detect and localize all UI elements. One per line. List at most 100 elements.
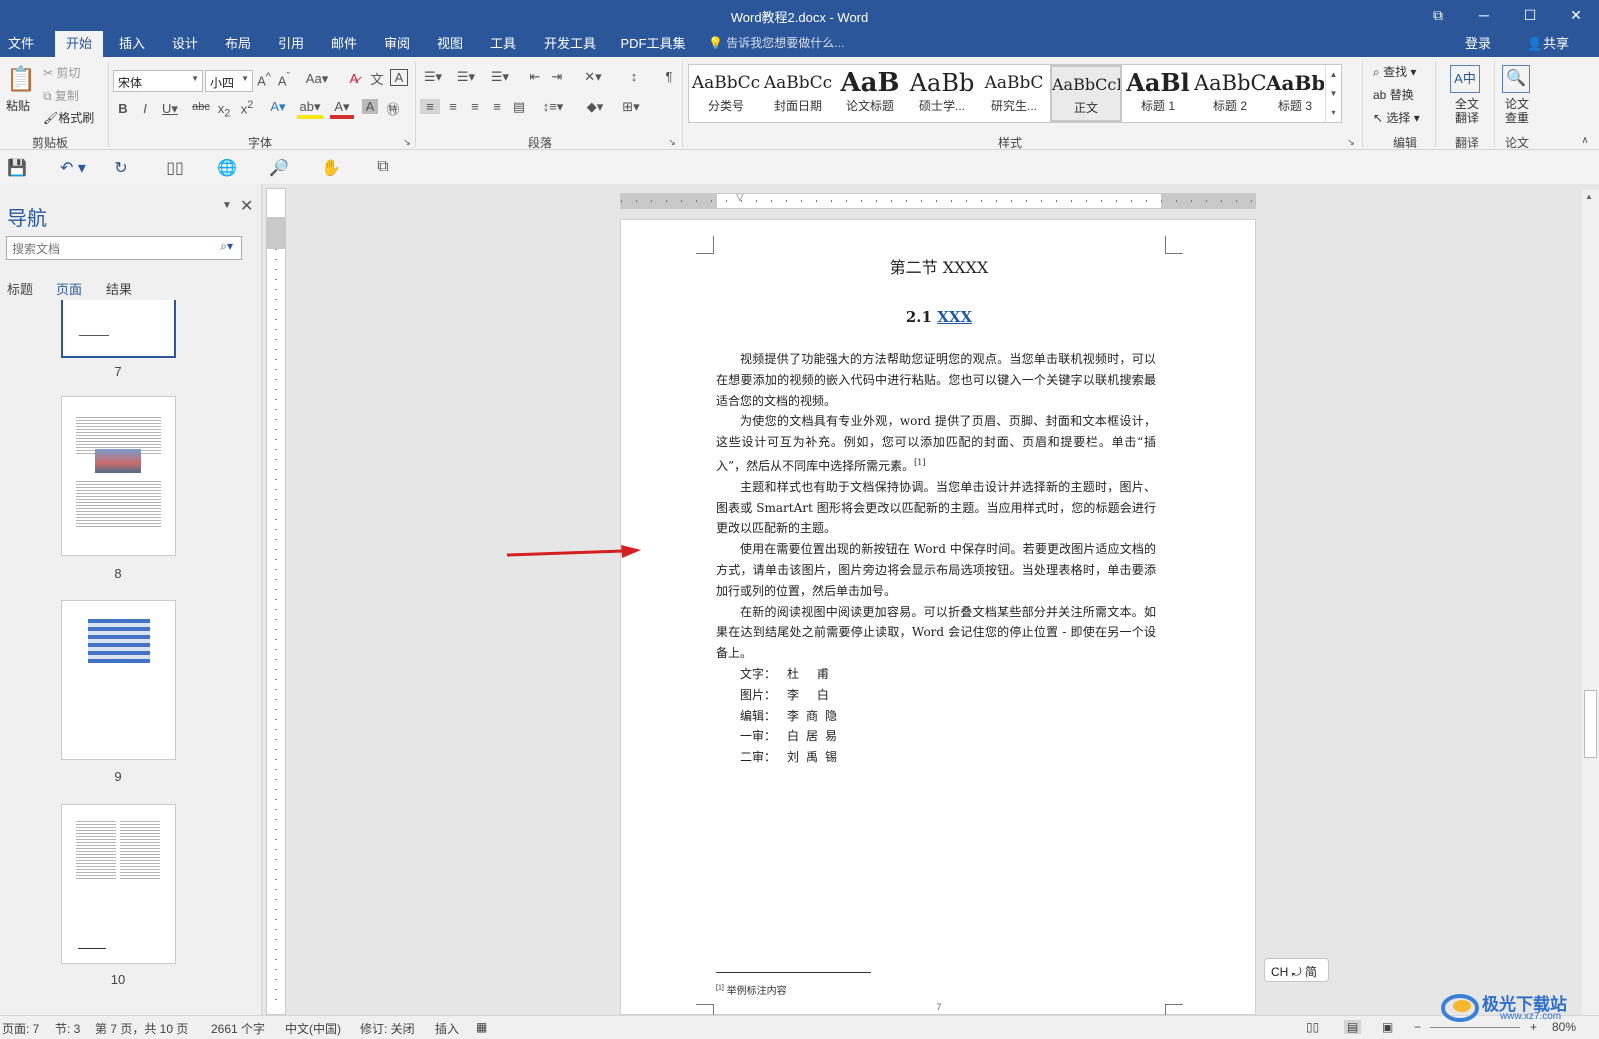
style-item[interactable]: AaBb 标题 3 [1266, 65, 1324, 122]
style-item[interactable]: AaBbC 标题 2 [1194, 65, 1266, 122]
tab-file[interactable]: 文件 [0, 31, 42, 57]
read-mode-icon[interactable]: ▯▯ [164, 158, 186, 178]
font-color-icon[interactable]: A▾ [330, 99, 354, 119]
maximize-button[interactable]: ☐ [1507, 0, 1553, 31]
share-button[interactable]: 👤共享 [1527, 31, 1569, 56]
strikethrough-icon[interactable]: abc [190, 101, 212, 113]
macro-icon[interactable]: ▦ [476, 1020, 487, 1034]
footnote-reference[interactable]: [1] [914, 458, 925, 467]
line-spacing-icon[interactable]: ↕≡▾ [540, 99, 566, 115]
styles-dialog-launcher-icon[interactable]: ↘ [1346, 137, 1356, 148]
font-name-select[interactable]: 宋体 ▼ [113, 70, 203, 92]
web-layout-icon[interactable]: 🌐 [216, 158, 238, 178]
shrink-font-icon[interactable]: Aˇ [276, 71, 292, 88]
zoom-out-icon[interactable]: − [1414, 1020, 1421, 1034]
tell-me-box[interactable]: 💡 告诉我您想要做什么... [708, 31, 844, 56]
print-preview-icon[interactable]: 🔎 [268, 158, 290, 178]
status-revision[interactable]: 修订: 关闭 [360, 1020, 415, 1037]
font-dialog-launcher-icon[interactable]: ↘ [402, 137, 412, 148]
phonetic-guide-icon[interactable]: 文 [368, 69, 386, 88]
text-effects-icon[interactable]: A▾ [266, 99, 290, 115]
print-layout-icon[interactable]: ▤ [1344, 1020, 1362, 1034]
chinese-layout-icon[interactable]: ✕▾ [580, 69, 606, 85]
char-shading-icon[interactable]: A [362, 99, 378, 114]
undo-icon[interactable]: ↶ ▾ [56, 158, 90, 178]
tab-review[interactable]: 审阅 [375, 31, 419, 57]
web-layout-icon[interactable]: ▣ [1382, 1020, 1393, 1034]
cut-button[interactable]: ✂ 剪切 [43, 64, 80, 81]
tab-tools[interactable]: 工具 [481, 31, 525, 57]
status-page-of[interactable]: 第 7 页，共 10 页 [95, 1020, 188, 1037]
page-thumbnail[interactable] [61, 300, 176, 358]
tab-design[interactable]: 设计 [163, 31, 207, 57]
italic-icon[interactable]: I [138, 101, 152, 116]
justify-icon[interactable]: ≡ [488, 99, 506, 114]
status-language[interactable]: 中文(中国) [285, 1020, 341, 1037]
shading-icon[interactable]: ◆▾ [582, 99, 608, 115]
numbering-icon[interactable]: ☰▾ [453, 69, 479, 85]
increase-indent-icon[interactable]: ⇥ [548, 69, 566, 85]
search-input[interactable]: 搜索文档 ⌕▾ [6, 236, 242, 260]
document-page[interactable]: 第二节 XXXX 2.1 XXX 视频提供了功能强大的方法帮助您证明您的观点。当… [620, 219, 1256, 1022]
tab-references[interactable]: 引用 [269, 31, 313, 57]
style-item[interactable]: AaB 论文标题 [834, 65, 906, 122]
ime-indicator[interactable]: CH ⤾ 简 [1264, 958, 1329, 982]
gallery-scroll[interactable]: ▲ ▼ ▾ [1325, 65, 1341, 122]
page-thumbnail[interactable] [61, 804, 176, 964]
paste-icon[interactable]: 📋 [6, 65, 36, 95]
highlight-icon[interactable]: ab▾ [297, 99, 323, 119]
change-case-icon[interactable]: Aa▾ [304, 71, 330, 87]
collapse-ribbon-icon[interactable]: ∧ [1578, 135, 1592, 146]
superscript-icon[interactable]: x2 [238, 99, 256, 116]
select-button[interactable]: ↖ 选择 ▾ [1373, 109, 1420, 126]
copy-button[interactable]: ⧉ 复制 [43, 87, 79, 104]
grow-font-icon[interactable]: A^ [256, 71, 272, 88]
translate-icon[interactable]: A中 [1450, 65, 1480, 93]
underline-icon[interactable]: U▾ [160, 101, 180, 117]
minimize-button[interactable]: ─ [1461, 0, 1507, 31]
status-section[interactable]: 节: 3 [55, 1020, 80, 1037]
style-item-selected[interactable]: AaBbCcI 正文 [1050, 65, 1122, 122]
tab-layout[interactable]: 布局 [216, 31, 260, 57]
page-thumbnail[interactable] [61, 600, 176, 760]
distributed-icon[interactable]: ▤ [510, 99, 528, 115]
multilevel-list-icon[interactable]: ☰▾ [487, 69, 513, 85]
tab-pdf-tools[interactable]: PDF工具集 [615, 31, 691, 57]
nav-options-icon[interactable]: ▼ [222, 200, 232, 211]
nav-tab-pages[interactable]: 页面 [56, 279, 82, 298]
touch-mode-icon[interactable]: ✋ [320, 158, 342, 178]
tab-view[interactable]: 视图 [428, 31, 472, 57]
paper-check-button[interactable]: 论文查重 [1502, 97, 1532, 125]
align-center-icon[interactable]: ≡ [444, 99, 462, 114]
nav-tab-results[interactable]: 结果 [106, 279, 132, 298]
zoom-slider[interactable] [1430, 1027, 1520, 1028]
close-button[interactable]: ✕ [1553, 0, 1599, 31]
char-border-icon[interactable]: A [390, 69, 408, 86]
scrollbar-thumb[interactable] [1584, 690, 1597, 758]
enclose-char-icon[interactable]: ㊕ [384, 99, 402, 118]
status-page[interactable]: 页面: 7 [2, 1020, 39, 1037]
paragraph-dialog-launcher-icon[interactable]: ↘ [667, 137, 677, 148]
bold-icon[interactable]: B [116, 101, 130, 116]
bullets-icon[interactable]: ☰▾ [420, 69, 446, 85]
tab-developer[interactable]: 开发工具 [538, 31, 602, 57]
align-left-icon[interactable]: ≡ [420, 99, 440, 114]
borders-icon[interactable]: ⊞▾ [618, 99, 644, 115]
nav-tab-headings[interactable]: 标题 [7, 279, 33, 298]
show-marks-icon[interactable]: ¶ [660, 69, 678, 84]
style-item[interactable]: AaBbCc 封面日期 [762, 65, 834, 122]
sort-icon[interactable]: ↕ [625, 69, 643, 84]
tab-home[interactable]: 开始 [55, 31, 103, 57]
save-icon[interactable]: 💾 [6, 158, 28, 178]
full-translate-button[interactable]: 全文翻译 [1452, 97, 1482, 125]
format-painter-button[interactable]: 🖌格式刷 [43, 109, 94, 126]
align-right-icon[interactable]: ≡ [466, 99, 484, 114]
login-link[interactable]: 登录 [1465, 31, 1491, 56]
heading-link[interactable]: XXX [937, 308, 972, 326]
replace-button[interactable]: ab 替换 [1373, 86, 1414, 103]
subscript-icon[interactable]: x2 [215, 101, 233, 120]
clear-format-icon[interactable]: A̷ [345, 71, 363, 86]
vertical-scrollbar[interactable]: ▲ [1582, 190, 1599, 1015]
style-item[interactable]: AaBbC 研究生... [978, 65, 1050, 122]
font-size-select[interactable]: 小四 ▼ [205, 70, 253, 92]
